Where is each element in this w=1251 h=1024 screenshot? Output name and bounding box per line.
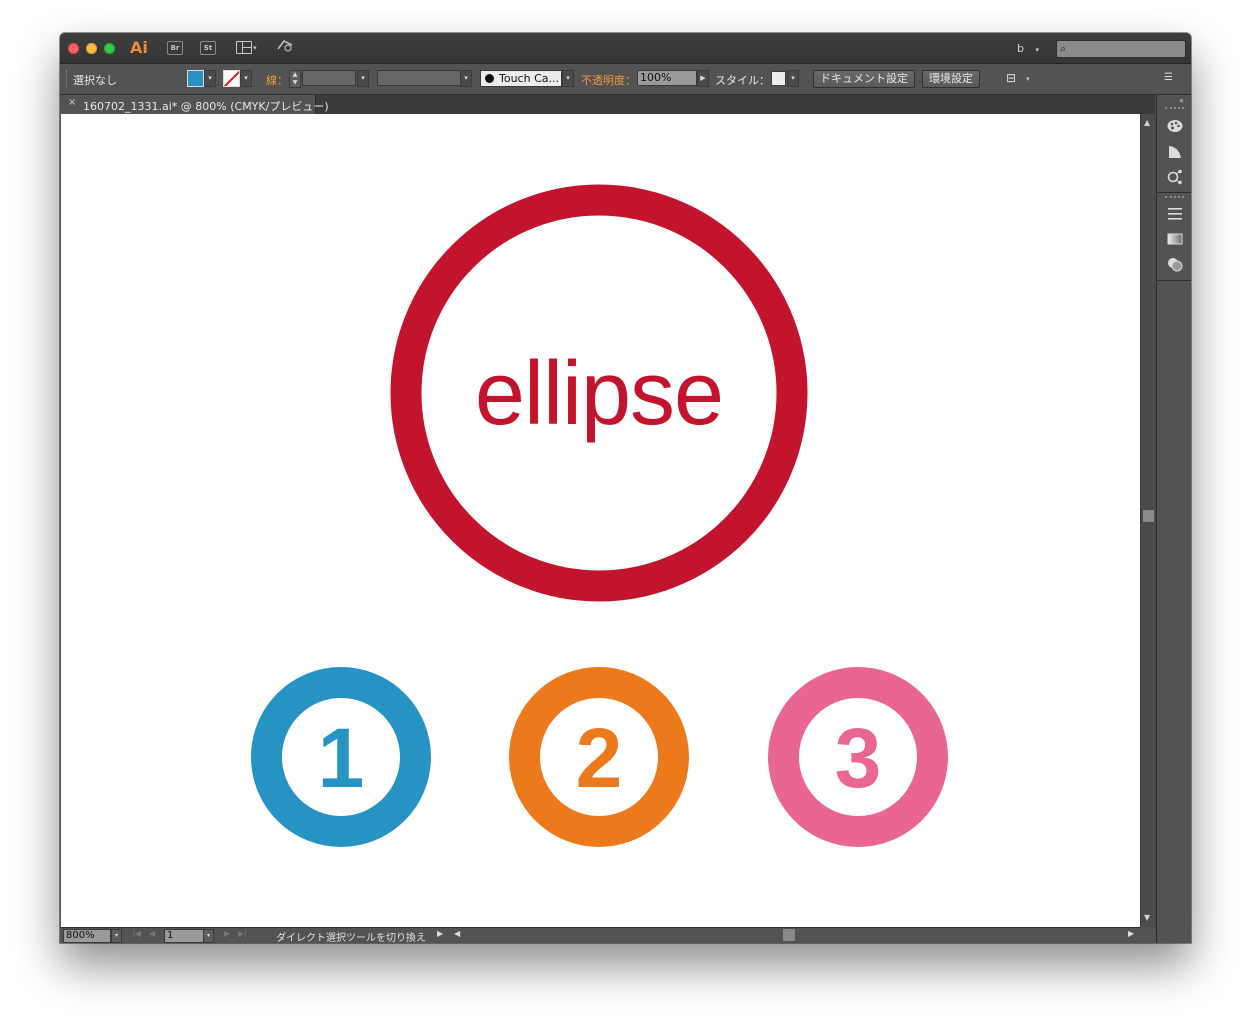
- opacity-label[interactable]: 不透明度：: [581, 72, 636, 88]
- document-tab-strip: × 160702_1331.ai* @ 800% (CMYK/プレビュー): [60, 95, 1155, 114]
- scroll-down-icon[interactable]: ▼: [1144, 913, 1150, 922]
- badge-number: 3: [835, 711, 882, 805]
- stock-icon[interactable]: St: [200, 41, 216, 55]
- preferences-button[interactable]: 環境設定: [922, 70, 980, 88]
- zoom-window-button[interactable]: [104, 43, 115, 54]
- illustrator-logo: Ai: [130, 38, 148, 57]
- vertical-scroll-thumb[interactable]: [1143, 510, 1154, 522]
- chevron-down-icon[interactable]: ▾: [240, 70, 252, 87]
- brush-name: Touch Ca...: [499, 72, 559, 85]
- dock-separator: [1157, 192, 1191, 193]
- close-window-button[interactable]: [68, 43, 79, 54]
- status-menu-icon[interactable]: ▶: [437, 929, 443, 938]
- artboard-canvas[interactable]: ellipse 1 2 3: [61, 114, 1140, 927]
- selection-status-label: 選択なし: [73, 74, 117, 87]
- ellipse-text[interactable]: ellipse: [475, 344, 724, 444]
- badge-1[interactable]: 1: [251, 667, 431, 847]
- search-icon: ⌕: [1060, 42, 1067, 55]
- chevron-right-icon[interactable]: ▶: [697, 70, 709, 87]
- panel-grip[interactable]: [1165, 107, 1184, 112]
- color-guide-icon[interactable]: [1166, 143, 1184, 161]
- panel-dock: «: [1156, 95, 1191, 943]
- control-bar-menu-icon[interactable]: ☰: [1164, 72, 1173, 83]
- bridge-icon[interactable]: Br: [167, 41, 183, 55]
- minimize-window-button[interactable]: [86, 43, 97, 54]
- stroke-color-swatch[interactable]: [223, 70, 240, 87]
- variable-width-profile-dropdown[interactable]: [377, 70, 461, 86]
- chevron-down-icon[interactable]: ▾: [204, 70, 216, 87]
- zoom-level-field[interactable]: 800%: [63, 929, 111, 943]
- chevron-down-icon[interactable]: ▾: [111, 929, 122, 943]
- artwork: ellipse 1 2 3: [251, 184, 948, 847]
- stroke-panel-icon[interactable]: [1166, 205, 1184, 223]
- badge-2[interactable]: 2: [509, 667, 689, 847]
- last-artboard-icon: ▶|: [238, 929, 247, 938]
- previous-artboard-icon: ◀: [149, 929, 156, 938]
- chevron-down-icon[interactable]: ▾: [203, 929, 214, 943]
- document-setup-button[interactable]: ドキュメント設定: [813, 70, 915, 88]
- panel-grip[interactable]: [66, 70, 69, 88]
- transparency-panel-icon[interactable]: [1166, 255, 1184, 273]
- chevron-down-icon: ▾: [1035, 46, 1039, 54]
- badge-number: 1: [318, 711, 365, 805]
- sync-settings-icon[interactable]: [276, 38, 294, 56]
- chevron-down-icon: ▾: [253, 44, 257, 52]
- opacity-field[interactable]: 100%: [637, 70, 697, 86]
- document-tab-title: 160702_1331.ai* @ 800% (CMYK/プレビュー): [83, 100, 329, 113]
- first-artboard-icon: |◀: [132, 929, 141, 938]
- chevron-down-icon[interactable]: ▾: [357, 70, 369, 87]
- panel-grip[interactable]: [1165, 196, 1184, 201]
- chevron-down-icon[interactable]: ▾: [787, 70, 799, 87]
- status-bar: 800% ▾ |◀ ◀ 1 ▾ ▶ ▶| ダイレクト選択ツールを切り換え ▶ ◀…: [60, 927, 1140, 943]
- document-tab[interactable]: × 160702_1331.ai* @ 800% (CMYK/プレビュー): [60, 95, 329, 114]
- workspace-name: b: [1017, 42, 1024, 55]
- stroke-weight-stepper[interactable]: ▲ ▼: [289, 70, 301, 88]
- close-icon[interactable]: ×: [68, 97, 76, 108]
- gradient-panel-icon[interactable]: [1166, 230, 1184, 248]
- horizontal-scroll-thumb[interactable]: [783, 929, 795, 941]
- arrange-documents-icon[interactable]: [236, 41, 252, 54]
- brush-definition-dropdown[interactable]: Touch Ca...: [480, 70, 562, 87]
- help-search-input[interactable]: ⌕: [1056, 40, 1186, 58]
- brush-dot-icon: [485, 74, 494, 83]
- control-bar: 選択なし ▾ ▾ 線： ▲ ▼ ▾ ▾ Touch Ca... ▾ 不透明度： 1…: [60, 64, 1191, 95]
- stroke-weight-field[interactable]: [302, 70, 356, 86]
- chevron-down-icon[interactable]: ▾: [460, 70, 472, 87]
- graphic-style-swatch[interactable]: [771, 71, 786, 86]
- next-artboard-icon: ▶: [224, 929, 231, 938]
- fill-color-swatch[interactable]: [187, 70, 204, 87]
- dock-separator: [1157, 280, 1191, 281]
- chevron-down-icon[interactable]: ▾: [562, 70, 574, 87]
- illustrator-window: Ai Br St ▾ b ▾ ⌕ 選択なし ▾ ▾ 線： ▲ ▼ ▾ ▾ Touc…: [60, 33, 1191, 943]
- badge-3[interactable]: 3: [768, 667, 948, 847]
- workspace-switcher[interactable]: b ▾: [1017, 42, 1039, 55]
- status-message[interactable]: ダイレクト選択ツールを切り換え: [276, 929, 426, 943]
- scroll-up-icon[interactable]: ▲: [1144, 118, 1150, 127]
- collapse-panels-icon[interactable]: «: [1179, 96, 1184, 105]
- stroke-weight-label[interactable]: 線：: [266, 72, 288, 88]
- badge-number: 2: [576, 711, 623, 805]
- symbols-icon[interactable]: [1166, 168, 1184, 186]
- color-palette-icon[interactable]: [1166, 117, 1184, 135]
- scroll-left-icon[interactable]: ◀: [454, 929, 460, 938]
- scroll-right-icon[interactable]: ▶: [1128, 929, 1134, 938]
- align-selection-icon[interactable]: ⊟: [1006, 71, 1016, 85]
- vertical-scrollbar[interactable]: ▲ ▼: [1140, 114, 1156, 927]
- title-bar: Ai Br St ▾ b ▾ ⌕: [60, 33, 1191, 64]
- artboard-number-field[interactable]: 1: [164, 929, 204, 943]
- chevron-down-icon[interactable]: ▾: [1026, 75, 1030, 83]
- graphic-style-label: スタイル：: [715, 74, 770, 87]
